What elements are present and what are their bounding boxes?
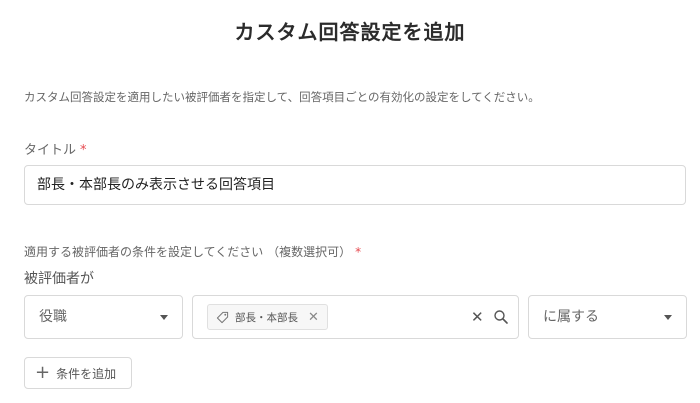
condition-operator-value: に属する [543, 309, 599, 325]
title-input[interactable]: 部長・本部長のみ表示させる回答項目 [24, 165, 686, 205]
selected-tag-label: 部長・本部長 [235, 311, 298, 324]
condition-field-value: 役職 [39, 309, 67, 325]
subject-label: 被評価者が [24, 271, 94, 287]
title-field-label: タイトル * [24, 139, 87, 158]
page-description: カスタム回答設定を適用したい被評価者を指定して、回答項目ごとの有効化の設定をして… [24, 90, 540, 104]
required-mark: * [355, 245, 362, 259]
required-mark: * [80, 143, 87, 158]
add-condition-label: 条件を追加 [56, 366, 117, 381]
conditions-label-text: 適用する被評価者の条件を設定してください （複数選択可） [24, 245, 352, 259]
page-title: カスタム回答設定を追加 [234, 20, 466, 44]
close-icon[interactable]: ✕ [308, 310, 319, 325]
clear-icon[interactable]: ✕ [471, 296, 484, 338]
conditions-label: 適用する被評価者の条件を設定してください （複数選択可） * [24, 243, 361, 260]
search-icon[interactable] [493, 309, 509, 325]
title-label-text: タイトル [24, 143, 77, 158]
condition-operator-select[interactable]: に属する [528, 295, 687, 339]
plus-icon: + [35, 362, 51, 383]
add-condition-button[interactable]: + 条件を追加 [24, 357, 132, 389]
selected-tag: 部長・本部長 ✕ [207, 304, 328, 330]
chevron-down-icon [664, 315, 672, 320]
chevron-down-icon [160, 315, 168, 320]
condition-value-multiselect[interactable]: 部長・本部長 ✕ ✕ [192, 295, 519, 339]
condition-field-select[interactable]: 役職 [24, 295, 183, 339]
tag-icon [216, 311, 229, 323]
